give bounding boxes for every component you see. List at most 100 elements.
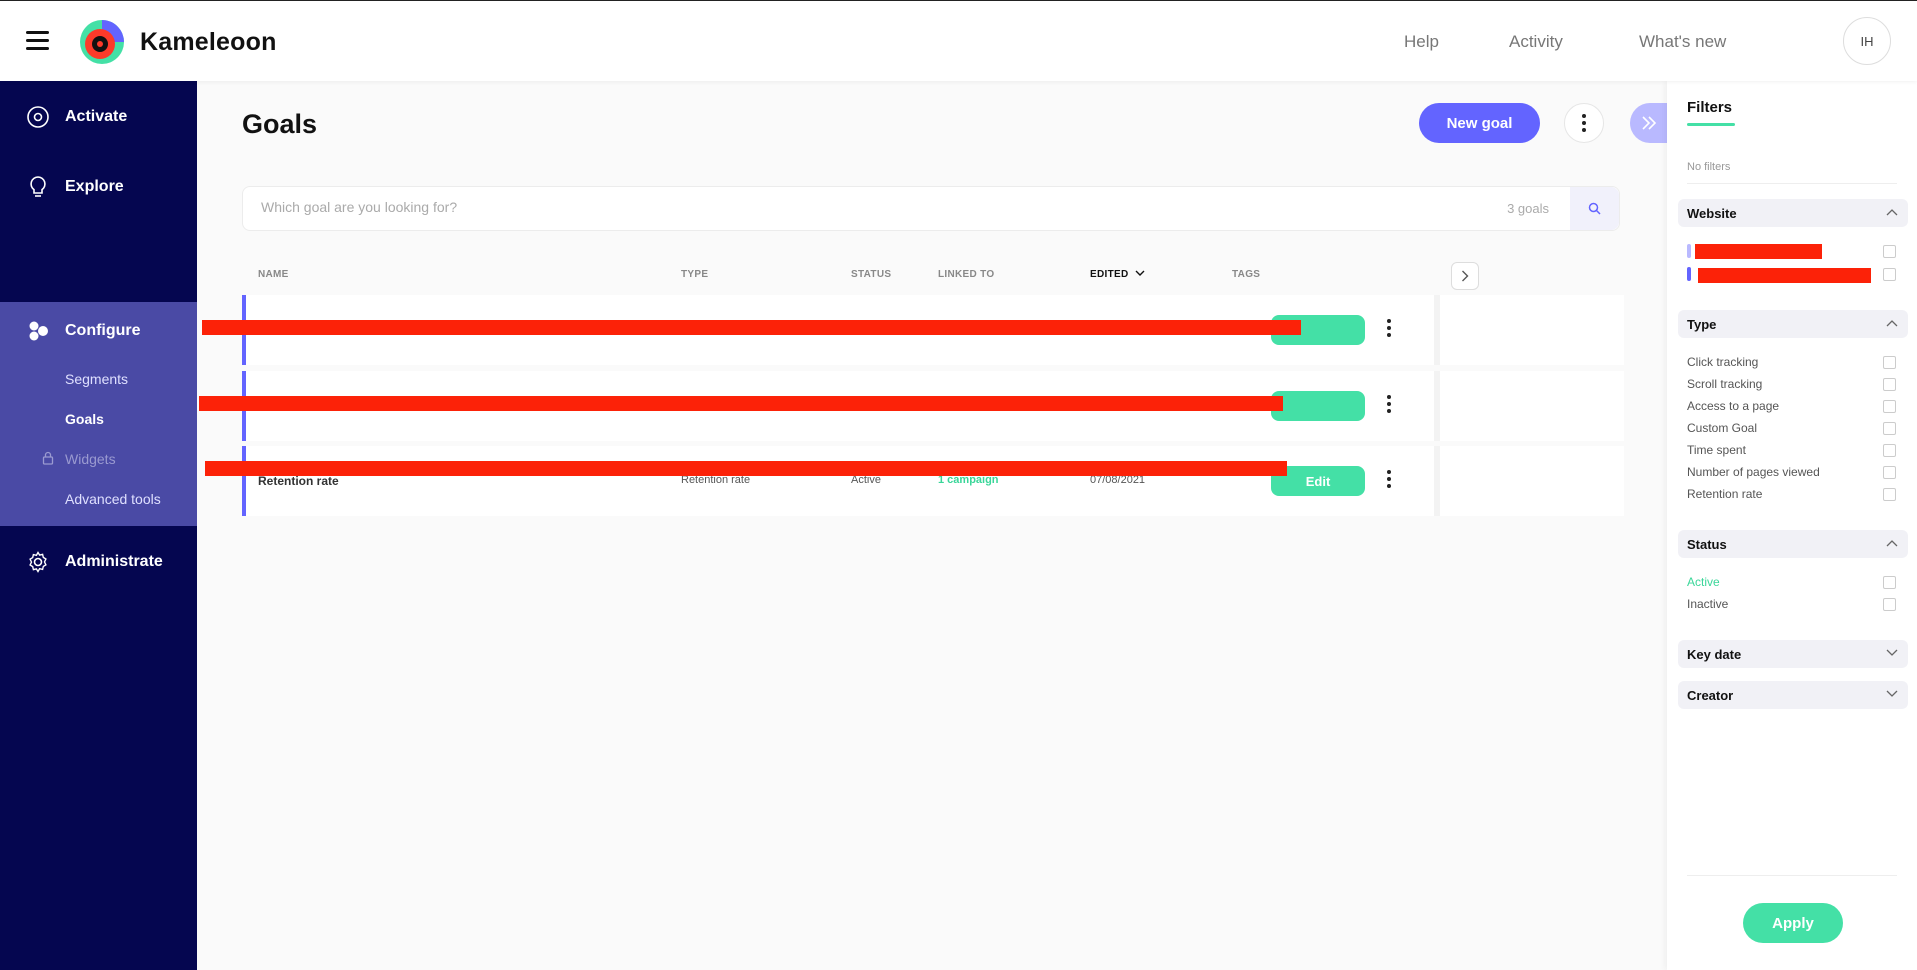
lightbulb-icon	[30, 176, 46, 197]
sidebar-subitem-widgets[interactable]: Widgets	[65, 451, 116, 467]
type-checkbox[interactable]	[1883, 378, 1896, 391]
goal-count: 3 goals	[1507, 201, 1549, 216]
filter-option-inactive[interactable]: Inactive	[1687, 597, 1728, 611]
row-actions	[1434, 371, 1624, 441]
filter-option-scroll-tracking[interactable]: Scroll tracking	[1687, 377, 1762, 391]
row-actions	[1434, 295, 1624, 365]
divider	[1687, 183, 1897, 184]
filter-section-website[interactable]: Website	[1678, 199, 1908, 227]
type-checkbox[interactable]	[1883, 400, 1896, 413]
column-header-name[interactable]: NAME	[258, 269, 289, 280]
column-header-type[interactable]: TYPE	[681, 269, 708, 280]
divider	[1687, 875, 1897, 876]
website-checkbox[interactable]	[1883, 268, 1896, 281]
scroll-columns-button[interactable]	[1451, 262, 1479, 290]
brand-name: Kameleoon	[140, 28, 277, 56]
section-label: Key date	[1687, 647, 1742, 662]
filter-section-creator[interactable]: Creator	[1678, 681, 1908, 709]
section-label: Status	[1687, 537, 1727, 552]
type-checkbox[interactable]	[1883, 488, 1896, 501]
chevron-down-icon	[1135, 270, 1145, 276]
filters-tab-indicator	[1687, 123, 1735, 126]
page-title: Goals	[242, 109, 318, 139]
row-more-button[interactable]	[1387, 470, 1391, 488]
redaction-bar	[1698, 268, 1871, 283]
sidebar-subitem-advanced-tools[interactable]: Advanced tools	[65, 491, 161, 507]
sidebar-item-explore[interactable]: Explore	[0, 160, 197, 214]
type-checkbox[interactable]	[1883, 466, 1896, 479]
type-checkbox[interactable]	[1883, 356, 1896, 369]
filter-option-click-tracking[interactable]: Click tracking	[1687, 355, 1758, 369]
status-checkbox[interactable]	[1883, 576, 1896, 589]
activity-link[interactable]: Activity	[1509, 32, 1563, 52]
column-header-linked-to[interactable]: LINKED TO	[938, 269, 994, 280]
menu-icon[interactable]	[26, 31, 49, 51]
filter-option-active[interactable]: Active	[1687, 575, 1720, 589]
top-bar: Kameleoon Help Activity What's new IH	[0, 0, 1917, 81]
row-more-button[interactable]	[1387, 319, 1391, 337]
goal-name[interactable]: Retention rate	[258, 474, 339, 488]
lock-icon	[42, 451, 54, 465]
kebab-icon	[1582, 114, 1586, 132]
filter-section-key-date[interactable]: Key date	[1678, 640, 1908, 668]
cells-icon	[29, 321, 48, 341]
sidebar-subitem-goals[interactable]: Goals	[65, 411, 104, 427]
filter-option-access-page[interactable]: Access to a page	[1687, 399, 1779, 413]
edit-button[interactable]	[1271, 391, 1365, 421]
chevron-down-icon	[1886, 649, 1898, 656]
sidebar-item-configure[interactable]: Configure	[0, 304, 197, 358]
chevron-up-icon	[1886, 209, 1898, 216]
more-options-button[interactable]	[1564, 103, 1604, 143]
kebab-icon	[1387, 470, 1391, 488]
collapse-filters-button[interactable]	[1630, 103, 1667, 143]
website-color-marker	[1687, 267, 1691, 281]
filter-option-pages-viewed[interactable]: Number of pages viewed	[1687, 465, 1820, 479]
filter-option-time-spent[interactable]: Time spent	[1687, 443, 1746, 457]
type-checkbox[interactable]	[1883, 422, 1896, 435]
no-filters-text: No filters	[1687, 161, 1731, 173]
chevron-up-icon	[1886, 320, 1898, 327]
filter-option-custom-goal[interactable]: Custom Goal	[1687, 421, 1757, 435]
redaction-bar	[1695, 244, 1822, 259]
type-checkbox[interactable]	[1883, 444, 1896, 457]
search-button[interactable]	[1570, 187, 1619, 230]
table-row[interactable]: Retention rate Retention rate Active 1 c…	[242, 446, 1624, 516]
column-header-edited[interactable]: EDITED	[1090, 269, 1128, 280]
website-checkbox[interactable]	[1883, 245, 1896, 258]
filters-panel: Filters No filters Website Type Click tr…	[1667, 81, 1917, 970]
kameleoon-logo-icon[interactable]	[78, 16, 128, 66]
help-link[interactable]: Help	[1404, 32, 1439, 52]
sidebar-subitem-segments[interactable]: Segments	[65, 371, 128, 387]
sidebar-item-activate[interactable]: Activate	[0, 90, 197, 144]
row-more-button[interactable]	[1387, 395, 1391, 413]
filters-title[interactable]: Filters	[1687, 99, 1732, 116]
redaction-bar	[205, 461, 1287, 476]
sidebar-item-administrate[interactable]: Administrate	[0, 535, 197, 589]
filter-section-type[interactable]: Type	[1678, 310, 1908, 338]
chevron-up-icon	[1886, 540, 1898, 547]
double-chevron-right-icon	[1641, 116, 1656, 130]
sidebar-item-label: Configure	[65, 322, 141, 339]
section-label: Creator	[1687, 688, 1734, 703]
column-header-tags[interactable]: TAGS	[1232, 269, 1260, 280]
kebab-icon	[1387, 395, 1391, 413]
status-checkbox[interactable]	[1883, 598, 1896, 611]
section-label: Website	[1687, 206, 1737, 221]
apply-button[interactable]: Apply	[1743, 903, 1843, 943]
new-goal-button[interactable]: New goal	[1419, 103, 1540, 143]
section-label: Type	[1687, 317, 1717, 332]
whats-new-link[interactable]: What's new	[1639, 32, 1726, 52]
user-avatar[interactable]: IH	[1843, 17, 1891, 65]
sidebar-item-label: Activate	[65, 108, 128, 125]
kebab-icon	[1387, 319, 1391, 337]
sidebar-item-label: Administrate	[65, 553, 163, 570]
search-input[interactable]	[261, 199, 1261, 215]
redaction-bar	[202, 320, 1301, 335]
main-content: Goals New goal 3 goals NAME TYPE STATUS …	[197, 81, 1667, 970]
gear-icon	[29, 551, 47, 573]
sidebar-nav: Activate Explore Configure Segments Goal…	[0, 81, 197, 970]
chevron-right-icon	[1462, 270, 1469, 282]
filter-option-retention-rate[interactable]: Retention rate	[1687, 487, 1762, 501]
filter-section-status[interactable]: Status	[1678, 530, 1908, 558]
column-header-status[interactable]: STATUS	[851, 269, 891, 280]
